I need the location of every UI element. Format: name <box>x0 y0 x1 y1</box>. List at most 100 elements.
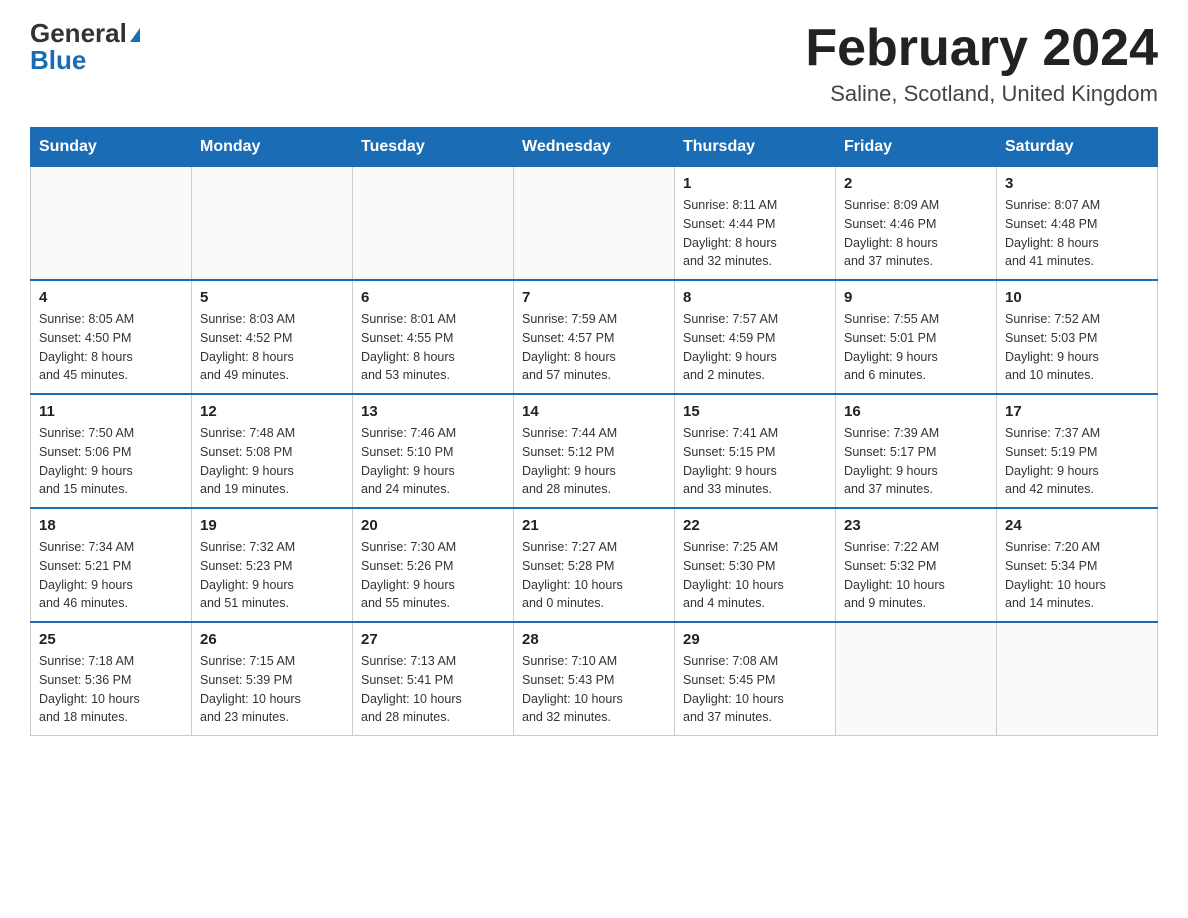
day-number: 4 <box>39 289 183 306</box>
day-cell: 29 Sunrise: 7:08 AMSunset: 5:45 PMDayligh… <box>675 622 836 736</box>
day-info: Sunrise: 8:07 AMSunset: 4:48 PMDaylight:… <box>1005 196 1149 271</box>
day-info: Sunrise: 7:18 AMSunset: 5:36 PMDaylight:… <box>39 652 183 727</box>
day-cell: 22 Sunrise: 7:25 AMSunset: 5:30 PMDayligh… <box>675 508 836 622</box>
day-cell <box>836 622 997 736</box>
day-info: Sunrise: 8:09 AMSunset: 4:46 PMDaylight:… <box>844 196 988 271</box>
day-cell: 15Sunrise: 7:41 AMSunset: 5:15 PMDayligh… <box>675 394 836 508</box>
day-cell: 12 Sunrise: 7:48 AMSunset: 5:08 PMDayligh… <box>192 394 353 508</box>
day-cell: 11 Sunrise: 7:50 AMSunset: 5:06 PMDayligh… <box>31 394 192 508</box>
calendar-table: Sunday Monday Tuesday Wednesday Thursday… <box>30 127 1158 736</box>
day-cell: 7 Sunrise: 7:59 AMSunset: 4:57 PMDaylight… <box>514 280 675 394</box>
day-cell: 24Sunrise: 7:20 AMSunset: 5:34 PMDayligh… <box>997 508 1158 622</box>
day-cell: 10 Sunrise: 7:52 AMSunset: 5:03 PMDayligh… <box>997 280 1158 394</box>
day-cell: 1 Sunrise: 8:11 AMSunset: 4:44 PMDaylight… <box>675 167 836 281</box>
day-info: Sunrise: 7:59 AMSunset: 4:57 PMDaylight:… <box>522 310 666 385</box>
day-number: 28 <box>522 631 666 648</box>
header-monday: Monday <box>192 128 353 167</box>
day-info: Sunrise: 7:13 AMSunset: 5:41 PMDaylight:… <box>361 652 505 727</box>
day-cell <box>192 167 353 281</box>
day-number: 25 <box>39 631 183 648</box>
day-cell: 26Sunrise: 7:15 AMSunset: 5:39 PMDayligh… <box>192 622 353 736</box>
header-wednesday: Wednesday <box>514 128 675 167</box>
logo-general-text: General <box>30 18 127 48</box>
day-info: Sunrise: 8:01 AMSunset: 4:55 PMDaylight:… <box>361 310 505 385</box>
day-number: 10 <box>1005 289 1149 306</box>
day-cell: 28Sunrise: 7:10 AMSunset: 5:43 PMDayligh… <box>514 622 675 736</box>
day-number: 5 <box>200 289 344 306</box>
day-info: Sunrise: 7:44 AMSunset: 5:12 PMDaylight:… <box>522 424 666 499</box>
day-cell: 5 Sunrise: 8:03 AMSunset: 4:52 PMDaylight… <box>192 280 353 394</box>
day-info: Sunrise: 7:32 AMSunset: 5:23 PMDaylight:… <box>200 538 344 613</box>
day-number: 24 <box>1005 517 1149 534</box>
day-info: Sunrise: 7:50 AMSunset: 5:06 PMDaylight:… <box>39 424 183 499</box>
day-cell: 16Sunrise: 7:39 AMSunset: 5:17 PMDayligh… <box>836 394 997 508</box>
day-cell: 3 Sunrise: 8:07 AMSunset: 4:48 PMDaylight… <box>997 167 1158 281</box>
day-info: Sunrise: 7:34 AMSunset: 5:21 PMDaylight:… <box>39 538 183 613</box>
day-cell: 27Sunrise: 7:13 AMSunset: 5:41 PMDayligh… <box>353 622 514 736</box>
day-cell: 4 Sunrise: 8:05 AMSunset: 4:50 PMDaylight… <box>31 280 192 394</box>
day-cell: 8 Sunrise: 7:57 AMSunset: 4:59 PMDaylight… <box>675 280 836 394</box>
header: General Blue February 2024 Saline, Scotl… <box>30 20 1158 107</box>
day-cell: 2Sunrise: 8:09 AMSunset: 4:46 PMDaylight… <box>836 167 997 281</box>
day-number: 18 <box>39 517 183 534</box>
day-info: Sunrise: 7:52 AMSunset: 5:03 PMDaylight:… <box>1005 310 1149 385</box>
day-info: Sunrise: 7:25 AMSunset: 5:30 PMDaylight:… <box>683 538 827 613</box>
day-info: Sunrise: 7:48 AMSunset: 5:08 PMDaylight:… <box>200 424 344 499</box>
day-number: 26 <box>200 631 344 648</box>
day-number: 14 <box>522 403 666 420</box>
day-number: 3 <box>1005 175 1149 192</box>
day-info: Sunrise: 7:46 AMSunset: 5:10 PMDaylight:… <box>361 424 505 499</box>
logo-blue-text: Blue <box>30 45 86 75</box>
day-info: Sunrise: 7:55 AMSunset: 5:01 PMDaylight:… <box>844 310 988 385</box>
header-tuesday: Tuesday <box>353 128 514 167</box>
week-row-3: 11 Sunrise: 7:50 AMSunset: 5:06 PMDayligh… <box>31 394 1158 508</box>
day-info: Sunrise: 7:08 AMSunset: 5:45 PMDaylight:… <box>683 652 827 727</box>
week-row-5: 25 Sunrise: 7:18 AMSunset: 5:36 PMDayligh… <box>31 622 1158 736</box>
header-thursday: Thursday <box>675 128 836 167</box>
day-number: 21 <box>522 517 666 534</box>
day-cell: 14 Sunrise: 7:44 AMSunset: 5:12 PMDayligh… <box>514 394 675 508</box>
day-cell <box>997 622 1158 736</box>
day-number: 15 <box>683 403 827 420</box>
title-area: February 2024 Saline, Scotland, United K… <box>805 20 1158 107</box>
day-number: 13 <box>361 403 505 420</box>
header-friday: Friday <box>836 128 997 167</box>
day-number: 17 <box>1005 403 1149 420</box>
day-cell: 21 Sunrise: 7:27 AMSunset: 5:28 PMDayligh… <box>514 508 675 622</box>
day-cell: 9Sunrise: 7:55 AMSunset: 5:01 PMDaylight… <box>836 280 997 394</box>
location-title: Saline, Scotland, United Kingdom <box>805 81 1158 107</box>
day-cell: 13 Sunrise: 7:46 AMSunset: 5:10 PMDayligh… <box>353 394 514 508</box>
day-cell <box>353 167 514 281</box>
day-cell: 6Sunrise: 8:01 AMSunset: 4:55 PMDaylight… <box>353 280 514 394</box>
day-info: Sunrise: 7:27 AMSunset: 5:28 PMDaylight:… <box>522 538 666 613</box>
week-row-1: 1 Sunrise: 8:11 AMSunset: 4:44 PMDaylight… <box>31 167 1158 281</box>
day-number: 8 <box>683 289 827 306</box>
day-cell: 19 Sunrise: 7:32 AMSunset: 5:23 PMDayligh… <box>192 508 353 622</box>
day-info: Sunrise: 7:22 AMSunset: 5:32 PMDaylight:… <box>844 538 988 613</box>
days-of-week-row: Sunday Monday Tuesday Wednesday Thursday… <box>31 128 1158 167</box>
day-number: 19 <box>200 517 344 534</box>
day-number: 29 <box>683 631 827 648</box>
day-cell: 18 Sunrise: 7:34 AMSunset: 5:21 PMDayligh… <box>31 508 192 622</box>
month-title: February 2024 <box>805 20 1158 77</box>
day-info: Sunrise: 8:11 AMSunset: 4:44 PMDaylight:… <box>683 196 827 271</box>
day-info: Sunrise: 8:03 AMSunset: 4:52 PMDaylight:… <box>200 310 344 385</box>
day-cell: 23 Sunrise: 7:22 AMSunset: 5:32 PMDayligh… <box>836 508 997 622</box>
day-number: 23 <box>844 517 988 534</box>
day-number: 22 <box>683 517 827 534</box>
day-info: Sunrise: 8:05 AMSunset: 4:50 PMDaylight:… <box>39 310 183 385</box>
day-info: Sunrise: 7:37 AMSunset: 5:19 PMDaylight:… <box>1005 424 1149 499</box>
day-number: 11 <box>39 403 183 420</box>
day-cell: 17 Sunrise: 7:37 AMSunset: 5:19 PMDayligh… <box>997 394 1158 508</box>
day-number: 1 <box>683 175 827 192</box>
header-sunday: Sunday <box>31 128 192 167</box>
day-info: Sunrise: 7:39 AMSunset: 5:17 PMDaylight:… <box>844 424 988 499</box>
day-number: 12 <box>200 403 344 420</box>
day-number: 7 <box>522 289 666 306</box>
week-row-4: 18 Sunrise: 7:34 AMSunset: 5:21 PMDayligh… <box>31 508 1158 622</box>
logo-top: General <box>30 20 140 47</box>
day-cell: 20Sunrise: 7:30 AMSunset: 5:26 PMDayligh… <box>353 508 514 622</box>
day-cell: 25 Sunrise: 7:18 AMSunset: 5:36 PMDayligh… <box>31 622 192 736</box>
day-info: Sunrise: 7:57 AMSunset: 4:59 PMDaylight:… <box>683 310 827 385</box>
logo: General Blue <box>30 20 140 74</box>
